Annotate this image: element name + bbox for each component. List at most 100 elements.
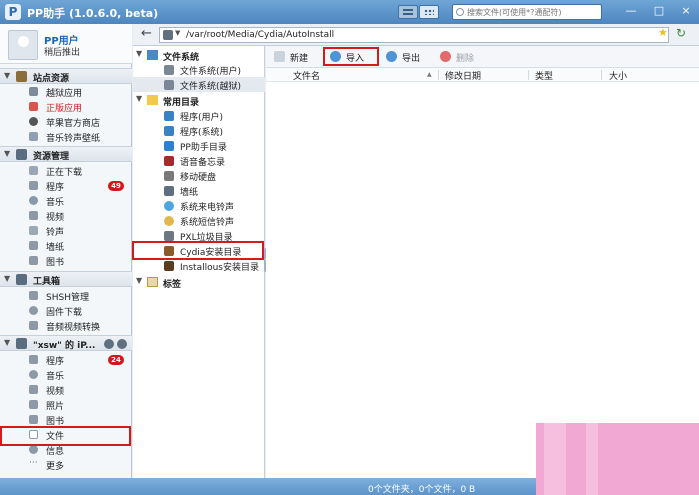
section-toolbox[interactable]: ▼ 工具箱 — [0, 271, 132, 287]
sidebar-item-device-files[interactable]: 文件 — [0, 427, 132, 442]
minimize-button[interactable]: — — [623, 3, 639, 19]
delete-button[interactable]: 删除 — [438, 49, 482, 65]
tree-item-apps-system[interactable]: 程序(系统) — [133, 123, 265, 138]
close-button[interactable]: × — [678, 3, 694, 19]
tree-group-common[interactable]: ▼ 常用目录 — [133, 93, 265, 108]
chevron-down-icon: ▼ — [136, 94, 143, 103]
sidebar-item-device-video[interactable]: 视频 — [0, 382, 132, 397]
sidebar-item-shsh[interactable]: SHSH管理 — [0, 288, 132, 303]
chevron-down-icon: ▼ — [136, 49, 143, 58]
tree-item-cydia-folder[interactable]: Cydia安装目录 — [133, 243, 265, 258]
chevron-down-icon: ▼ — [136, 276, 143, 285]
directory-tree: ▼ 文件系统 文件系统(用户) 文件系统(越狱) ▼ 常用目录 程序(用户) 程… — [133, 46, 265, 478]
col-filename[interactable]: 文件名 — [293, 69, 320, 82]
music-note-icon — [164, 201, 174, 211]
back-arrow-icon[interactable]: ← — [141, 27, 152, 40]
user-box[interactable]: PP用户 稍后推出 — [0, 24, 132, 64]
star-icon[interactable]: ★ — [658, 27, 668, 39]
toolbox-icon — [16, 274, 27, 285]
ringtone-icon — [29, 226, 38, 235]
sidebar-item-ringtones[interactable]: 铃声 — [0, 223, 132, 238]
pp-icon — [164, 141, 174, 151]
tree-item-mobile-disk[interactable]: 移动硬盘 — [133, 168, 265, 183]
sidebar-item-wallpapers[interactable]: 墙纸 — [0, 238, 132, 253]
avatar[interactable] — [8, 30, 38, 60]
status-text: 0个文件夹，0个文件，0 B — [368, 485, 476, 495]
apple-icon — [29, 117, 38, 126]
tree-item-call-ringtones[interactable]: 系统来电铃声 — [133, 198, 265, 213]
apps-icon — [29, 355, 38, 364]
tree-item-fs-user[interactable]: 文件系统(用户) — [133, 62, 265, 77]
sidebar-item-books[interactable]: 图书 — [0, 253, 132, 268]
col-size[interactable]: 大小 — [609, 69, 627, 82]
export-button[interactable]: 导出 — [384, 49, 428, 65]
convert-icon — [29, 321, 38, 330]
app-title: PP助手 (1.0.6.0, beta) — [27, 7, 159, 20]
app-logo-icon: P — [5, 4, 21, 20]
refresh-icon[interactable] — [104, 339, 114, 349]
more-icon: ··· — [29, 458, 38, 468]
tree-group-filesystem[interactable]: ▼ 文件系统 — [133, 48, 265, 63]
section-device[interactable]: ▼ "xsw" 的 iP... — [0, 335, 132, 351]
list-view-button[interactable] — [398, 5, 418, 19]
shsh-icon — [29, 291, 38, 300]
col-modified[interactable]: 修改日期 — [445, 69, 481, 82]
col-separator[interactable] — [438, 70, 439, 80]
new-button[interactable]: 新建 — [272, 49, 316, 65]
sidebar-item-genuine-apps[interactable]: 正版应用 — [0, 99, 132, 114]
refresh-icon[interactable]: ↻ — [676, 27, 686, 39]
sidebar-item-firmware[interactable]: 固件下载 — [0, 303, 132, 318]
maximize-button[interactable]: □ — [651, 3, 667, 19]
sidebar-item-device-photos[interactable]: 照片 — [0, 397, 132, 412]
sidebar-item-music[interactable]: 音乐 — [0, 193, 132, 208]
new-folder-icon — [274, 51, 285, 62]
search-input[interactable] — [467, 5, 597, 19]
section-resource-management[interactable]: ▼ 资源管理 — [0, 146, 132, 162]
tree-item-installous-folder[interactable]: Installous安装目录 — [133, 258, 265, 273]
section-site-resources[interactable]: ▼ 站点资源 — [0, 68, 132, 84]
sidebar-item-app-store[interactable]: 苹果官方商店 — [0, 114, 132, 129]
path-field[interactable]: ▼ /var/root/Media/Cydia/AutoInstall — [159, 27, 669, 43]
book-icon — [29, 415, 38, 424]
tree-item-wallpaper[interactable]: 墙纸 — [133, 183, 265, 198]
chevron-down-icon[interactable]: ▼ — [175, 29, 180, 37]
grid-icon — [424, 9, 434, 15]
export-icon — [386, 51, 397, 62]
wallpaper-icon — [29, 132, 38, 141]
sidebar-item-jailbreak-apps[interactable]: 越狱应用 — [0, 84, 132, 99]
sidebar-item-device-books[interactable]: 图书 — [0, 412, 132, 427]
sidebar-item-device-more[interactable]: ··· 更多 — [0, 457, 132, 473]
sidebar-item-device-music[interactable]: 音乐 — [0, 367, 132, 382]
firmware-icon — [29, 306, 38, 315]
file-icon — [29, 430, 38, 439]
tree-item-pp-folder[interactable]: PP助手目录 — [133, 138, 265, 153]
download-icon — [29, 166, 38, 175]
col-separator[interactable] — [601, 70, 602, 80]
sort-up-icon: ▲ — [427, 71, 432, 78]
device-programs-count-badge: 24 — [108, 355, 124, 365]
path-text[interactable]: /var/root/Media/Cydia/AutoInstall — [186, 30, 334, 40]
sidebar-item-device-messages[interactable]: 信息 — [0, 442, 132, 457]
tree-item-fs-jailbreak[interactable]: 文件系统(越狱) — [133, 77, 265, 92]
installous-icon — [164, 261, 174, 271]
tree-item-sms-ringtones[interactable]: 系统短信铃声 — [133, 213, 265, 228]
eject-icon[interactable] — [117, 339, 127, 349]
col-type[interactable]: 类型 — [535, 69, 553, 82]
sidebar-item-video[interactable]: 视频 — [0, 208, 132, 223]
sidebar-item-music-ringtones[interactable]: 音乐铃声壁纸 — [0, 129, 132, 144]
search-box[interactable] — [452, 4, 602, 20]
sidebar-item-programs[interactable]: 程序 49 — [0, 178, 132, 193]
col-separator[interactable] — [528, 70, 529, 80]
import-button[interactable]: 导入 — [328, 49, 376, 65]
tree-item-apps-user[interactable]: 程序(用户) — [133, 108, 265, 123]
tree-item-pxl-trash[interactable]: PXL垃圾目录 — [133, 228, 265, 243]
grid-view-button[interactable] — [419, 5, 439, 19]
sidebar-item-downloading[interactable]: 正在下载 — [0, 163, 132, 178]
tree-item-voice-memos[interactable]: 语音备忘录 — [133, 153, 265, 168]
title-bar: P PP助手 (1.0.6.0, beta) — □ × — [0, 0, 699, 24]
tree-group-tags[interactable]: ▼ 标签 — [133, 275, 265, 290]
sidebar-item-device-programs[interactable]: 程序 24 — [0, 352, 132, 367]
sidebar-item-av-convert[interactable]: 音频视频转换 — [0, 318, 132, 333]
import-icon — [330, 51, 341, 62]
video-icon — [29, 385, 38, 394]
